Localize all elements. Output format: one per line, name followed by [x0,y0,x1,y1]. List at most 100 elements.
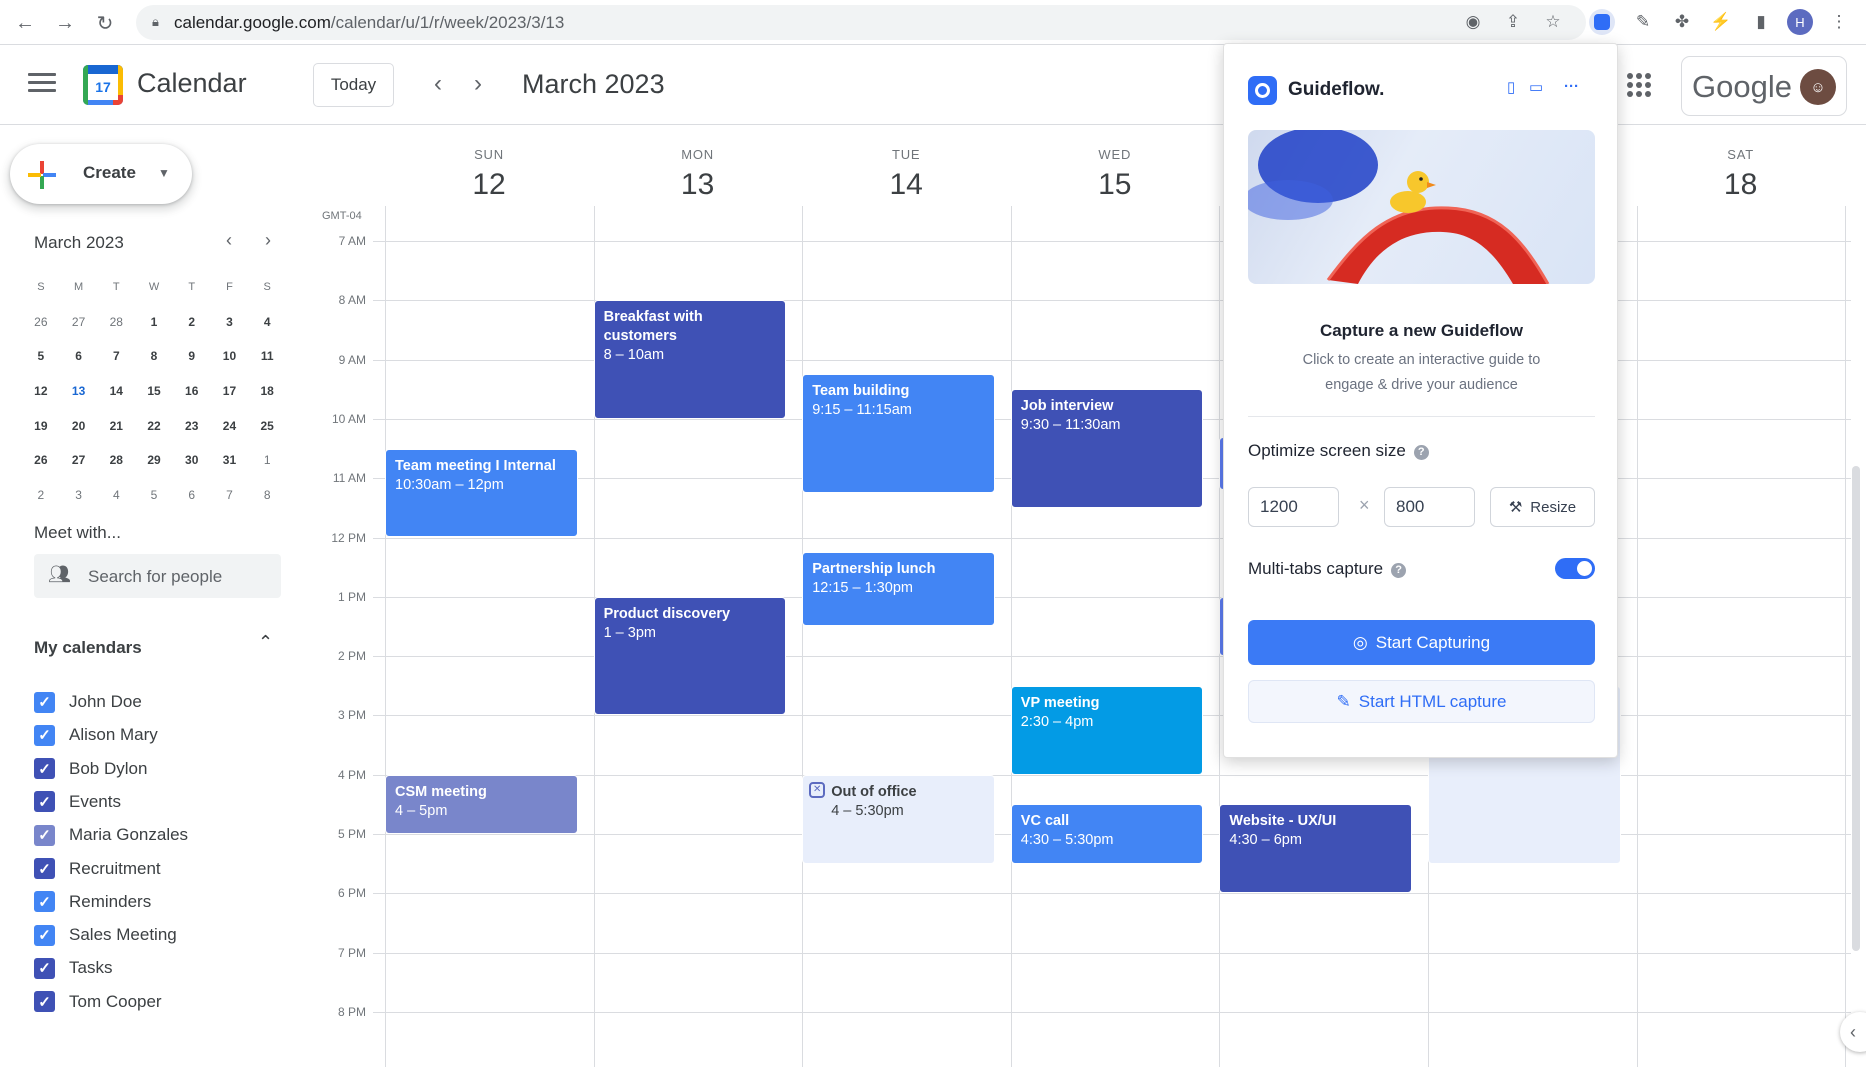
account-switcher[interactable]: Google ☺ [1681,56,1847,116]
day-header[interactable]: WED 15 [1011,126,1219,202]
mini-day[interactable]: 12 [22,384,60,398]
chevron-up-icon[interactable]: ⌃ [258,632,273,653]
mini-day[interactable]: 21 [97,419,135,433]
calendar-item[interactable]: ✓ Events [34,787,121,817]
checkbox-icon[interactable]: ✓ [34,957,55,979]
mini-day-selected[interactable]: 13 [60,376,98,405]
mini-day[interactable]: 24 [211,419,249,433]
address-bar[interactable]: 🔒︎ calendar.google.com/calendar/u/1/r/we… [136,5,1586,40]
reload-icon[interactable]: ↻ [92,10,118,36]
checkbox-icon[interactable]: ✓ [34,991,55,1013]
mini-day[interactable]: 20 [60,419,98,433]
checkbox-icon[interactable]: ✓ [34,891,55,913]
mini-day[interactable]: 23 [173,419,211,433]
calendar-item[interactable]: ✓ Tom Cooper [34,987,162,1017]
mini-day[interactable]: 27 [60,453,98,467]
previous-week-icon[interactable]: ‹ [421,67,455,101]
scrollbar[interactable] [1852,466,1860,951]
mini-day[interactable]: 2 [22,488,60,502]
checkbox-icon[interactable]: ✓ [34,724,55,746]
calendar-event[interactable]: Job interview 9:30 – 11:30am [1010,389,1204,508]
calendar-event[interactable]: CSM meeting 4 – 5pm [385,774,578,834]
mini-day[interactable]: 28 [97,453,135,467]
mini-day[interactable]: 18 [248,384,286,398]
mini-day[interactable]: 6 [60,349,98,363]
mini-next-month-icon[interactable]: › [265,230,271,251]
calendar-item[interactable]: ✓ Maria Gonzales [34,820,188,850]
calendar-event[interactable]: Product discovery 1 – 3pm [593,596,787,716]
side-panel-icon[interactable]: ▮ [1748,9,1774,35]
checkbox-icon[interactable]: ✓ [34,758,55,780]
calendar-logo[interactable]: 17 [83,65,123,105]
visibility-icon[interactable]: ◉ [1460,9,1486,35]
mini-day[interactable]: 8 [135,349,173,363]
next-week-icon[interactable]: › [461,67,495,101]
mini-day[interactable]: 17 [211,384,249,398]
today-button[interactable]: Today [313,63,394,107]
more-options-icon[interactable]: ··· [1564,78,1579,95]
google-apps-icon[interactable] [1627,73,1651,97]
mini-day[interactable]: 22 [135,419,173,433]
calendar-event[interactable]: Breakfast with customers 8 – 10am [593,300,787,419]
mini-day[interactable]: 7 [97,349,135,363]
mini-day[interactable]: 3 [211,315,249,329]
mini-day[interactable]: 5 [22,349,60,363]
calendar-event[interactable]: Team meeting I Internal 10:30am – 12pm [385,448,578,538]
calendar-event[interactable]: VC call 4:30 – 5:30pm [1010,804,1204,864]
mini-day[interactable]: 3 [60,488,98,502]
calendar-event[interactable]: VP meeting 2:30 – 4pm [1010,685,1204,775]
mini-day[interactable]: 8 [248,488,286,502]
browser-menu-icon[interactable]: ⋮ [1826,9,1852,35]
mini-day[interactable]: 16 [173,384,211,398]
checkbox-icon[interactable]: ✓ [34,924,55,946]
day-number[interactable]: 18 [1637,168,1845,202]
calendar-event[interactable]: Team building 9:15 – 11:15am [802,374,995,494]
calendar-item[interactable]: ✓ John Doe [34,687,142,717]
calendar-item[interactable]: ✓ Recruitment [34,854,161,884]
day-number[interactable]: 13 [594,168,802,202]
mini-day[interactable]: 30 [173,453,211,467]
mini-day[interactable]: 1 [135,315,173,329]
calendar-event[interactable]: Partnership lunch 12:15 – 1:30pm [802,552,995,627]
forward-icon[interactable]: → [52,10,78,36]
mini-day[interactable]: 5 [135,488,173,502]
height-input[interactable]: 800 [1384,487,1475,527]
mini-prev-month-icon[interactable]: ‹ [226,230,232,251]
create-button[interactable]: Create ▼ [10,144,192,204]
start-html-capture-button[interactable]: ✎ Start HTML capture [1248,680,1595,723]
mini-day[interactable]: 4 [97,488,135,502]
calendar-event[interactable]: Website - UX/UI 4:30 – 6pm [1219,804,1412,894]
bookmark-star-icon[interactable]: ☆ [1540,9,1566,35]
mini-day[interactable]: 25 [248,419,286,433]
day-number[interactable]: 14 [802,168,1010,202]
calendar-item[interactable]: ✓ Bob Dylon [34,754,147,784]
profile-avatar[interactable]: H [1787,9,1813,35]
day-header[interactable]: TUE 14 [802,126,1010,202]
guideflow-extension-icon[interactable] [1589,9,1615,35]
calendar-item[interactable]: ✓ Reminders [34,887,151,917]
calendar-item[interactable]: ✓ Tasks [34,953,112,983]
mini-day[interactable]: 10 [211,349,249,363]
search-people-input[interactable]: 👥︎ Search for people [34,554,281,598]
mini-day[interactable]: 1 [248,453,286,467]
extensions-puzzle-icon[interactable]: ✤ [1669,9,1695,35]
mini-day[interactable]: 26 [22,315,60,329]
day-header[interactable]: SAT 18 [1637,126,1845,202]
multitabs-toggle[interactable] [1555,558,1595,579]
account-avatar[interactable]: ☺ [1800,69,1836,105]
day-header[interactable]: SUN 12 [385,126,593,202]
checkbox-icon[interactable]: ✓ [34,858,55,879]
mini-day[interactable]: 19 [22,419,60,433]
calendar-item[interactable]: ✓ Sales Meeting [34,920,177,950]
mini-day[interactable]: 31 [211,453,249,467]
day-header[interactable]: MON 13 [594,126,802,202]
week-grid[interactable]: Breakfast with customers 8 – 10am Team mee… [373,206,1851,1067]
main-menu-icon[interactable] [28,73,56,95]
checkbox-icon[interactable]: ✓ [34,824,55,846]
mini-day[interactable]: 2 [173,315,211,329]
checkbox-icon[interactable]: ✓ [34,691,55,713]
day-number[interactable]: 15 [1011,168,1219,202]
mini-day[interactable]: 27 [60,315,98,329]
back-icon[interactable]: ← [12,10,38,36]
desktop-view-icon[interactable]: ▭ [1529,78,1543,96]
